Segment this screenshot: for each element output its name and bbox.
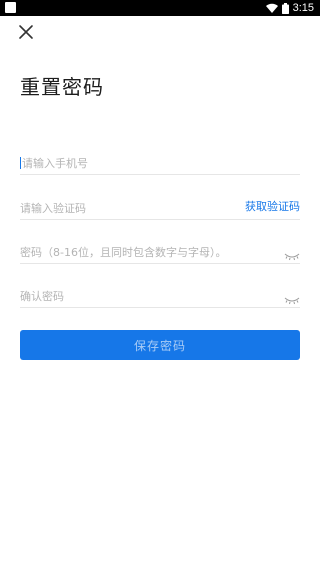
close-button[interactable] [16,22,36,42]
save-password-button[interactable]: 保存密码 [20,330,300,360]
toggle-confirm-visibility[interactable] [284,291,300,305]
status-bar: 3:15 [0,0,320,16]
wifi-icon [265,3,278,13]
toggle-password-visibility[interactable] [284,247,300,261]
battery-icon [281,2,289,14]
page-title: 重置密码 [20,75,104,99]
status-time: 3:15 [292,2,314,14]
confirm-password-input[interactable] [20,284,260,308]
eye-closed-icon [284,297,300,305]
password-field [20,240,300,264]
close-icon [19,25,33,39]
phone-input[interactable] [20,151,260,175]
phone-field [20,151,300,175]
verification-code-input[interactable] [20,196,260,220]
code-field: 获取验证码 [20,196,300,220]
eye-closed-icon [284,253,300,261]
notification-icon [5,2,16,13]
status-icons: 3:15 [265,1,314,15]
password-input[interactable] [20,240,260,264]
confirm-password-field [20,284,300,308]
get-code-button[interactable]: 获取验证码 [245,200,300,214]
